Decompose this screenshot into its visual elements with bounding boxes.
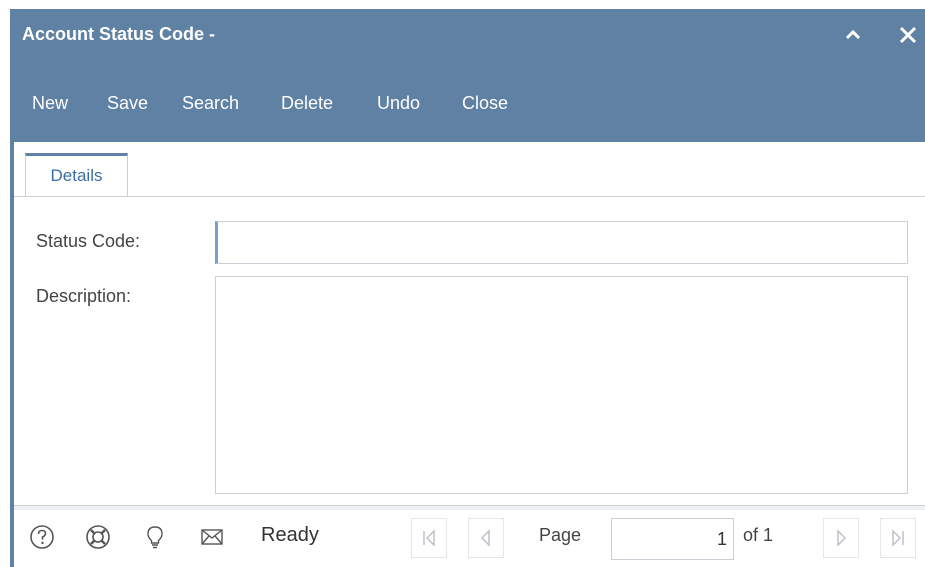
search-button[interactable]: Search	[182, 93, 239, 114]
lightbulb-icon[interactable]	[142, 524, 168, 550]
description-input[interactable]	[216, 277, 907, 493]
page-number-box	[611, 518, 734, 560]
support-icon[interactable]	[85, 524, 111, 550]
first-page-button[interactable]	[411, 518, 447, 558]
next-page-button[interactable]	[823, 518, 859, 558]
mail-icon[interactable]	[199, 524, 225, 550]
save-button[interactable]: Save	[107, 93, 148, 114]
close-icon	[899, 27, 917, 44]
account-status-code-window: Account Status Code - New Save Search De…	[10, 9, 925, 567]
new-button[interactable]: New	[32, 93, 68, 114]
status-text: Ready	[261, 524, 319, 546]
window-title: Account Status Code -	[22, 24, 216, 44]
tab-details[interactable]: Details	[25, 153, 128, 198]
title-bar: Account Status Code -	[10, 9, 925, 67]
status-code-label: Status Code:	[36, 231, 141, 251]
last-page-button[interactable]	[880, 518, 916, 558]
previous-page-button[interactable]	[468, 518, 504, 558]
delete-button[interactable]: Delete	[281, 93, 333, 114]
close-window-button[interactable]	[898, 19, 918, 49]
next-page-icon	[837, 529, 846, 547]
description-label: Description:	[36, 286, 132, 306]
tab-strip: Details	[14, 142, 925, 198]
previous-page-icon	[481, 529, 490, 547]
close-button[interactable]: Close	[462, 93, 508, 114]
help-icon[interactable]	[29, 524, 55, 550]
page-count-label: of 1	[743, 525, 774, 545]
status-code-field-wrap	[215, 221, 908, 264]
chevron-up-icon	[845, 30, 861, 40]
first-page-icon	[423, 529, 435, 547]
collapse-button[interactable]	[843, 19, 863, 49]
last-page-icon	[892, 529, 904, 547]
undo-button[interactable]: Undo	[377, 93, 420, 114]
description-field-wrap	[215, 276, 908, 494]
page-number-input[interactable]	[612, 519, 733, 559]
content-area: Details Status Code: Description: Ready …	[14, 142, 925, 567]
details-panel: Status Code: Description:	[14, 196, 925, 506]
page-label: Page	[539, 525, 582, 545]
status-code-input[interactable]	[218, 222, 907, 263]
status-bar: Ready Page of 1	[14, 510, 925, 567]
